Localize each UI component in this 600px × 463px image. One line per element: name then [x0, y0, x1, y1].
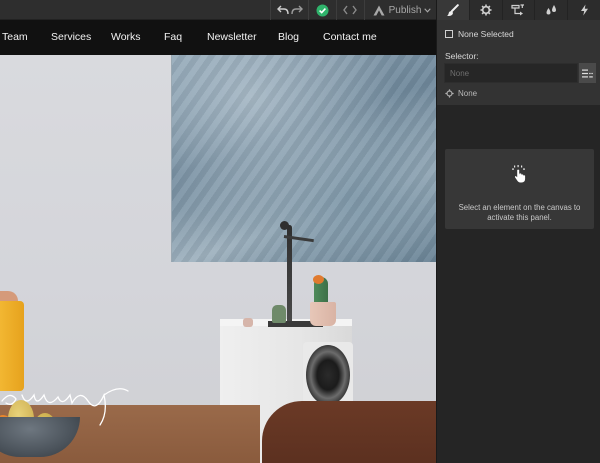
redo-icon[interactable]: [290, 0, 304, 20]
publish-label: Publish: [388, 4, 422, 16]
publish-logo-icon: [373, 5, 385, 15]
publish-button[interactable]: Publish: [371, 0, 433, 20]
editor-top-toolbar: Publish: [0, 0, 436, 20]
paintbrush-icon: [447, 3, 460, 16]
figurine-head: [280, 221, 289, 230]
tab-style-manager[interactable]: [437, 0, 470, 20]
nav-link-newsletter[interactable]: Newsletter: [207, 20, 257, 55]
sync-styles-checkbox[interactable]: [445, 30, 453, 38]
chevron-down-icon: [424, 7, 432, 13]
editor-canvas[interactable]: Publish Team Services Works Faq Newslett…: [0, 0, 436, 463]
tab-layer-manager[interactable]: [503, 0, 536, 20]
selector-manager: None Selected Selector: None None: [437, 20, 600, 105]
undo-icon[interactable]: [276, 0, 290, 20]
nav-link-services[interactable]: Services: [51, 20, 91, 55]
cactus-pot: [310, 302, 336, 326]
hero-background-image[interactable]: [0, 55, 436, 463]
site-navigation-bar: Team Services Works Faq Newsletter Blog …: [0, 20, 436, 55]
nav-link-blog[interactable]: Blog: [278, 20, 299, 55]
toolbar-separator: [336, 0, 337, 20]
layer-manager-icon: [511, 4, 525, 16]
pointer-hand-icon: [512, 165, 526, 183]
selector-label: Selector:: [445, 51, 479, 61]
script-lettering-graphic: [1, 388, 129, 426]
figurine: [287, 225, 292, 325]
empty-state-card: Select an element on the canvas to activ…: [445, 149, 594, 229]
gear-icon: [480, 4, 492, 16]
nav-link-team[interactable]: Team: [2, 20, 28, 55]
nav-link-faq[interactable]: Faq: [164, 20, 182, 55]
selector-input[interactable]: None: [444, 63, 578, 83]
nav-link-works[interactable]: Works: [111, 20, 141, 55]
nav-link-contact-me[interactable]: Contact me: [323, 20, 377, 55]
toolbar-separator: [364, 0, 365, 20]
check-circle-icon[interactable]: [314, 0, 330, 20]
state-selector[interactable]: None: [445, 89, 477, 98]
small-figure: [272, 305, 286, 323]
state-gear-icon: [445, 89, 454, 98]
empty-state-message: Select an element on the canvas to activ…: [458, 203, 581, 222]
speaker-cone: [306, 345, 350, 405]
chair-back: [262, 401, 436, 463]
panel-tab-bar: [437, 0, 600, 20]
code-icon[interactable]: [342, 0, 358, 20]
toolbar-separator: [308, 0, 309, 20]
tab-style-drops[interactable]: [535, 0, 569, 20]
small-ornament: [243, 318, 253, 327]
tab-settings[interactable]: [470, 0, 503, 20]
drops-icon: [546, 5, 556, 15]
wall-painting: [171, 55, 436, 262]
none-selected-label: None Selected: [458, 29, 514, 39]
none-selected-toggle[interactable]: None Selected: [445, 29, 514, 39]
cactus-flower: [313, 275, 324, 284]
state-label: None: [458, 89, 478, 98]
lightning-icon: [580, 4, 588, 16]
toolbar-separator: [270, 0, 271, 20]
list-options-icon: [582, 69, 593, 77]
tab-actions[interactable]: [568, 0, 600, 20]
style-manager-panel: None Selected Selector: None None Select…: [436, 0, 600, 463]
selector-options-button[interactable]: [579, 63, 596, 83]
